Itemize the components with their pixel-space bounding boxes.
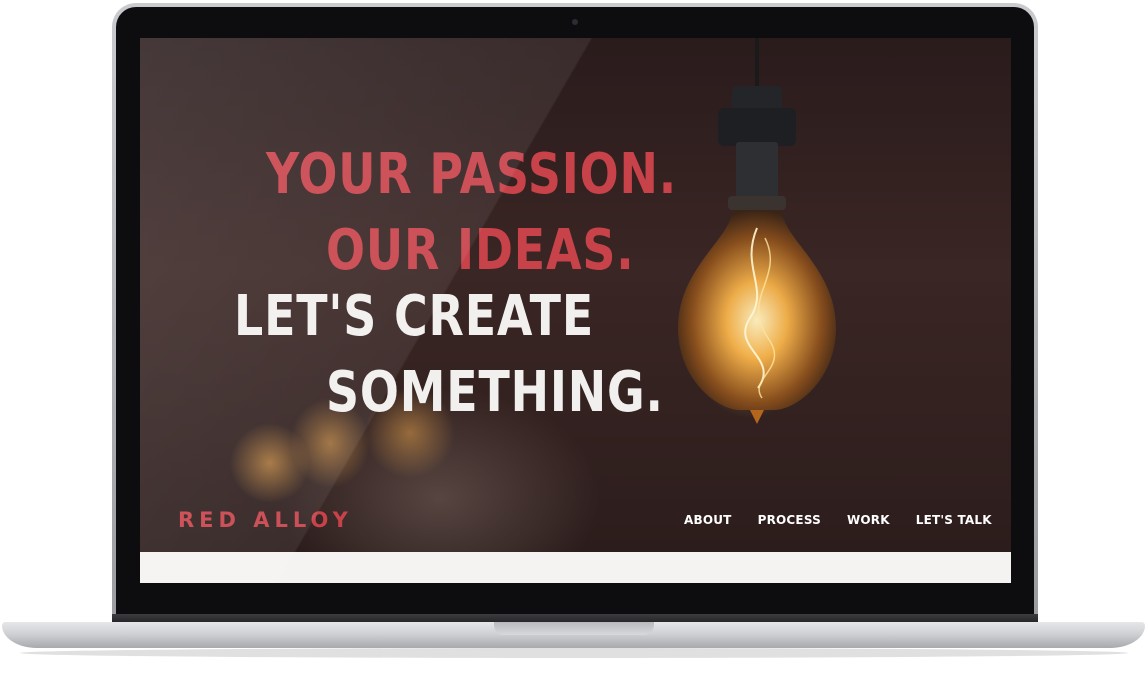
headline-line-2: OUR IDEAS. xyxy=(326,218,635,283)
content-section-top xyxy=(140,552,1011,583)
nav-lets-talk[interactable]: LET'S TALK xyxy=(916,513,992,527)
nav-about[interactable]: ABOUT xyxy=(684,513,732,527)
laptop-screen: YOUR PASSION. OUR IDEAS. LET'S CREATE SO… xyxy=(140,38,1011,583)
brand-logo[interactable]: RED ALLOY xyxy=(178,508,353,532)
camera-icon xyxy=(572,19,578,25)
light-bulb-image xyxy=(678,38,836,424)
main-nav: ABOUT PROCESS WORK LET'S TALK xyxy=(684,513,992,527)
headline-line-4: SOMETHING. xyxy=(326,360,664,425)
nav-process[interactable]: PROCESS xyxy=(758,513,821,527)
laptop-notch xyxy=(494,622,654,635)
nav-work[interactable]: WORK xyxy=(847,513,890,527)
headline-line-3: LET'S CREATE xyxy=(234,284,595,349)
hero-section: YOUR PASSION. OUR IDEAS. LET'S CREATE SO… xyxy=(140,38,1011,552)
headline-line-1: YOUR PASSION. xyxy=(266,142,678,207)
laptop-shadow xyxy=(20,648,1128,658)
